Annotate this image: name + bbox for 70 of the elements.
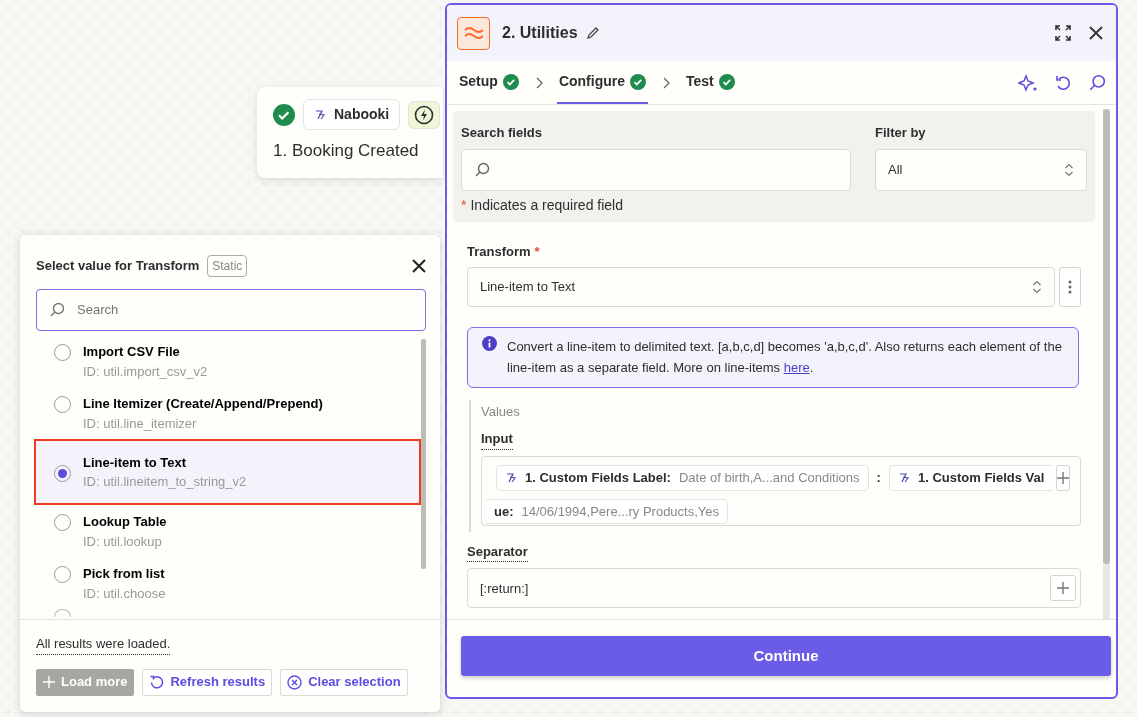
search-field[interactable]: Search — [75, 299, 413, 321]
pencil-icon[interactable] — [585, 26, 600, 40]
sparkle-icon[interactable] — [1018, 73, 1038, 92]
field-token: ue: 14/06/1994,Pere...ry Products,Yes — [486, 498, 729, 525]
option-item[interactable]: Lookup Table ID: util.lookup — [34, 505, 421, 557]
separator-field[interactable]: [:return:] — [467, 568, 1081, 609]
option-item[interactable]: Line Itemizer (Create/Append/Prepend) ID: util.line_itemizer — [34, 387, 421, 439]
app-logo-icon — [505, 471, 517, 484]
chevron-right-icon — [662, 76, 670, 89]
step-tab[interactable]: Configure — [556, 61, 648, 104]
footer-button[interactable]: Refresh results — [142, 668, 273, 696]
link[interactable]: here — [783, 360, 810, 376]
chevron-right-icon — [534, 76, 543, 89]
wave-icon — [463, 26, 484, 40]
chevron-updown-icon — [1064, 161, 1074, 178]
step-card[interactable]: Nabooki 1. Booking Created — [257, 87, 443, 178]
field-label: Input — [481, 429, 513, 450]
undo-icon[interactable] — [1054, 73, 1072, 92]
search-icon — [49, 302, 65, 318]
required-note: Indicates a required field — [470, 195, 623, 215]
section-label: Values — [481, 402, 521, 421]
app-logo-icon — [897, 471, 910, 484]
scrollbar[interactable] — [1103, 109, 1110, 619]
panel-title: 2. Utilities — [502, 23, 578, 43]
field-token: 1. Custom Fields Label: Date of birth,A...and Conditions — [496, 465, 869, 491]
kebab-icon — [1068, 280, 1072, 294]
refresh-icon — [149, 674, 165, 690]
results-status: All results were loaded. — [36, 634, 171, 655]
search-icon — [474, 161, 490, 178]
transform-select[interactable]: Line-item to Text — [467, 267, 1055, 307]
footer-button[interactable]: Clear selection — [280, 668, 408, 696]
chevron-updown-icon — [1032, 279, 1042, 295]
info-text: Convert a line-item to delimited text. [a,b,c,d] becomes 'a,b,c,d'. Also returns each element of the line-item as a separate field. More on line-items here. — [507, 338, 1063, 378]
bolt-icon — [414, 104, 435, 125]
required-asterisk: * — [461, 195, 467, 215]
field-token: 1. Custom Fields Val — [888, 465, 1053, 491]
add-button[interactable] — [1050, 575, 1076, 602]
field-label: Transform — [467, 242, 531, 261]
more-options-button[interactable] — [1059, 267, 1081, 307]
info-icon — [482, 336, 497, 351]
step-title: 1. Booking Created — [273, 140, 420, 162]
continue-button[interactable]: Continue — [461, 636, 1111, 676]
field-label: Separator — [467, 541, 528, 563]
add-button[interactable] — [1056, 464, 1071, 491]
filter-select[interactable]: All — [875, 148, 1087, 191]
search-icon[interactable] — [1088, 73, 1106, 92]
plus-icon — [1057, 582, 1069, 595]
search-box[interactable]: Search — [36, 289, 426, 331]
static-tag: Static — [207, 255, 248, 277]
close-icon[interactable] — [412, 259, 426, 273]
search-field[interactable] — [461, 148, 851, 191]
field-label: Filter by — [875, 124, 927, 142]
step-tab[interactable]: Test — [684, 61, 737, 104]
required-asterisk: * — [534, 242, 540, 261]
field-label: Search fields — [461, 124, 543, 142]
option-item[interactable]: Line-item to Text ID: util.lineitem_to_string_v2 — [34, 439, 421, 505]
option-item[interactable]: Import CSV File ID: util.import_csv_v2 — [34, 335, 421, 387]
clear-icon — [287, 674, 303, 690]
expand-icon[interactable] — [1054, 24, 1072, 42]
step-tab[interactable]: Setup — [457, 61, 521, 104]
popup-title: Select value for Transform — [36, 257, 200, 276]
plus-icon — [1057, 471, 1070, 484]
app-logo-icon — [314, 108, 326, 121]
plus-icon — [43, 676, 55, 688]
option-item[interactable]: Pick from list ID: util.choose — [34, 557, 421, 609]
scrollbar[interactable] — [421, 339, 426, 569]
token-separator: : — [875, 469, 882, 488]
close-icon[interactable] — [1088, 25, 1104, 41]
app-chip: Nabooki — [303, 99, 401, 130]
input-field[interactable]: 1. Custom Fields Label: Date of birth,A...and Conditions : 1. Custom Fields Val ue: 14/06/1994,Pere...ry Products,Yes — [481, 455, 1081, 526]
